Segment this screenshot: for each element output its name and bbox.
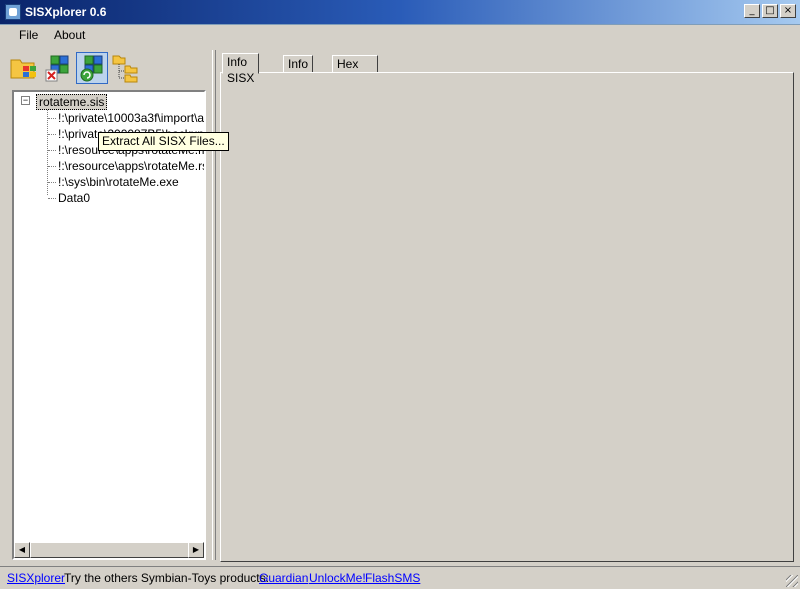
close-package-button[interactable] bbox=[42, 52, 74, 84]
window-controls: _ □ × bbox=[744, 4, 796, 18]
collapse-toggle[interactable]: − bbox=[21, 96, 30, 105]
file-tree[interactable]: − rotateme.sis !:\private\10003a3f\impor… bbox=[12, 90, 206, 560]
scroll-thumb[interactable] bbox=[30, 542, 190, 558]
tree-root-item[interactable]: rotateme.sis bbox=[36, 94, 108, 110]
tab-panel bbox=[220, 72, 794, 562]
menu-about[interactable]: About bbox=[54, 28, 85, 42]
tree-item[interactable]: Data0 bbox=[48, 190, 90, 206]
minimize-button[interactable]: _ bbox=[744, 4, 760, 18]
extract-all-button[interactable] bbox=[76, 52, 108, 84]
tree-viewport: − rotateme.sis !:\private\10003a3f\impor… bbox=[14, 92, 204, 542]
tooltip: Extract All SISX Files... bbox=[98, 132, 229, 151]
maximize-button[interactable]: □ bbox=[762, 4, 778, 18]
tab-hex-viewer[interactable]: Hex Viewer bbox=[332, 55, 379, 87]
tree-item-label: !:\sys\bin\rotateMe.exe bbox=[58, 175, 179, 189]
resize-grip[interactable] bbox=[786, 575, 798, 587]
app-icon[interactable] bbox=[5, 4, 21, 20]
status-bar: SISXplorer Try the others Symbian-Toys p… bbox=[0, 566, 800, 589]
close-package-icon bbox=[45, 55, 69, 82]
main-window: SISXplorer 0.6 _ □ × File About − rotate… bbox=[0, 0, 800, 589]
folder-tree-button[interactable] bbox=[110, 52, 142, 84]
tab-info-file[interactable]: Info File bbox=[283, 55, 314, 87]
tab-info-sisx[interactable]: Info SISX bbox=[222, 53, 260, 85]
left-pane: − rotateme.sis !:\private\10003a3f\impor… bbox=[4, 50, 210, 560]
scroll-left-button[interactable]: ◀ bbox=[14, 542, 30, 558]
open-button[interactable] bbox=[8, 52, 40, 84]
tree-item[interactable]: !:\private\10003a3f\import\app bbox=[48, 110, 204, 126]
sisxplorer-link[interactable]: SISXplorer bbox=[7, 571, 65, 585]
guardian-link[interactable]: Guardian bbox=[259, 571, 308, 585]
folder-tree-icon bbox=[112, 55, 138, 83]
title-bar[interactable]: SISXplorer 0.6 _ □ × bbox=[0, 0, 800, 25]
open-folder-windows-icon bbox=[10, 59, 36, 79]
tree-item-label: !:\private\10003a3f\import\app bbox=[58, 111, 204, 125]
scroll-right-button[interactable]: ▶ bbox=[188, 542, 204, 558]
pane-splitter[interactable] bbox=[212, 50, 216, 560]
window-title: SISXplorer 0.6 bbox=[25, 5, 107, 19]
tree-item[interactable]: !:\sys\bin\rotateMe.exe bbox=[48, 174, 179, 190]
horizontal-scrollbar[interactable]: ◀ ▶ bbox=[14, 542, 204, 558]
right-pane: Info SISX Info File Hex Viewer bbox=[218, 50, 798, 562]
unlockme-link[interactable]: UnlockMe! bbox=[309, 571, 366, 585]
close-button[interactable]: × bbox=[780, 4, 796, 18]
tree-item[interactable]: !:\resource\apps\rotateMe.rsc bbox=[48, 158, 204, 174]
toolbar bbox=[8, 52, 142, 86]
menu-bar: File About bbox=[0, 25, 800, 46]
flashsms-link[interactable]: FlashSMS bbox=[365, 571, 420, 585]
tree-item-label: !:\resource\apps\rotateMe.rsc bbox=[58, 159, 204, 173]
tree-item-label: Data0 bbox=[58, 191, 91, 205]
menu-file[interactable]: File bbox=[19, 28, 38, 42]
status-text: Try the others Symbian-Toys products: bbox=[64, 571, 269, 585]
content-area: − rotateme.sis !:\private\10003a3f\impor… bbox=[0, 46, 800, 566]
extract-all-icon bbox=[80, 55, 103, 82]
